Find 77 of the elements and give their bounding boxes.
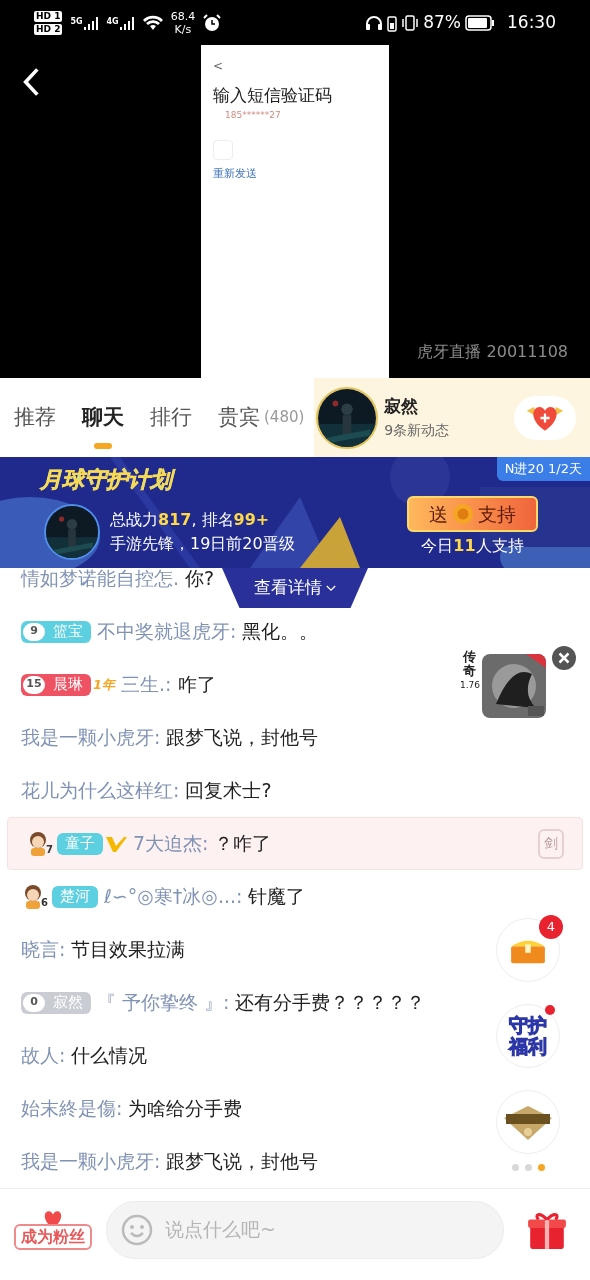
- chat-message: 跟梦飞说，封他号: [166, 1149, 319, 1175]
- details-tab[interactable]: 查看详情: [222, 568, 368, 608]
- year-label: 1年: [93, 675, 116, 694]
- chat-message: 什么情况: [71, 1043, 148, 1069]
- badge-level: 0: [23, 993, 45, 1012]
- activity-widget[interactable]: 守护福利: [496, 1004, 560, 1068]
- signal-icon: [82, 15, 99, 30]
- badge-level: 6: [41, 895, 48, 910]
- screen-back-glyph: <: [213, 59, 224, 73]
- tab[interactable]: 贵宾 (480): [218, 378, 305, 457]
- chat-username[interactable]: 我是一颗小虎牙:: [21, 723, 161, 752]
- chat-message: 还有分手费？？？？？: [235, 990, 426, 1016]
- ad-version: 1.76: [459, 678, 480, 692]
- chat-username[interactable]: 晓言:: [21, 935, 66, 964]
- screen-title: 输入短信验证码: [213, 84, 333, 107]
- anchor-card[interactable]: 寂然 9条新动态: [314, 378, 590, 457]
- follow-button[interactable]: [514, 395, 576, 440]
- chevron-down-icon: [326, 584, 336, 592]
- notification-count: 4: [539, 915, 563, 939]
- network-speed: 68.4: [170, 9, 196, 23]
- badge-level: 7: [46, 842, 53, 857]
- chat-message: ？咋了: [214, 831, 272, 857]
- chat-message: 黑化。。: [242, 619, 319, 645]
- guard-welfare-button[interactable]: 守护福利: [503, 1015, 553, 1057]
- chat-username[interactable]: 我是一颗小虎牙:: [21, 1147, 161, 1176]
- badge-level: 9: [23, 622, 45, 641]
- noble-badge: 童子: [56, 832, 103, 855]
- chat-username[interactable]: 『 予你挚终 』:: [97, 988, 230, 1017]
- medal-mark: 剑: [538, 828, 564, 859]
- network-type: 4G: [106, 15, 119, 28]
- badge-name: 篮宝: [53, 621, 83, 643]
- network-type: 5G: [70, 15, 83, 28]
- battery-small-icon: [387, 13, 398, 32]
- sim-label: HD 2: [34, 23, 63, 35]
- close-icon[interactable]: [552, 646, 576, 670]
- chat-username[interactable]: 始末終是傷:: [21, 1094, 123, 1123]
- screen-phone-number: 185******27: [225, 108, 282, 122]
- noble-badge: 楚河: [51, 885, 98, 908]
- chat-message: 你?: [185, 568, 215, 592]
- chat-username[interactable]: 情如梦诺能自控怎.: [21, 568, 180, 593]
- back-icon[interactable]: [22, 67, 40, 97]
- chat-username[interactable]: 故人:: [21, 1041, 66, 1070]
- clock: 16:30: [507, 10, 556, 34]
- headphones-icon: [365, 14, 384, 31]
- chat-message: 为啥给分手费: [128, 1096, 243, 1122]
- chat-username[interactable]: ℓ∽°◎寒†冰◎...:: [103, 882, 243, 911]
- chat-message: 回复术士?: [185, 778, 272, 804]
- sim-label: HD 1: [34, 10, 63, 22]
- anchor-name: 寂然: [384, 395, 420, 419]
- chat-username[interactable]: 不中奖就退虎牙:: [97, 617, 237, 646]
- chat-input[interactable]: 说点什么吧~: [165, 1215, 489, 1244]
- badge-name: 晨琳: [53, 674, 83, 696]
- become-fan-button[interactable]: 成为粉丝: [14, 1223, 92, 1250]
- chat-input-field[interactable]: 说点什么吧~: [106, 1200, 504, 1259]
- chat-message: 节目效果拉满: [71, 937, 186, 963]
- chat-message: 咋了: [177, 672, 216, 698]
- anchor-updates: 9条新动态: [384, 420, 451, 440]
- activity-widget[interactable]: 4: [496, 918, 560, 982]
- battery-icon: [465, 14, 495, 31]
- chat-username[interactable]: 7大迫杰:: [132, 829, 209, 858]
- wifi-icon: [142, 14, 163, 31]
- tab[interactable]: 排行: [150, 378, 192, 457]
- chat-username[interactable]: 三生.:: [121, 670, 172, 699]
- signal-icon: [118, 15, 135, 30]
- tab[interactable]: 聊天: [82, 378, 124, 457]
- game-ad[interactable]: [482, 654, 546, 718]
- badge-level: 15: [23, 675, 45, 694]
- alarm-icon: [203, 13, 222, 32]
- chat-message: 跟梦飞说，封他号: [166, 725, 319, 751]
- chat-username[interactable]: 花儿为什么这样红:: [21, 776, 180, 805]
- ad-label: 传奇: [463, 650, 477, 679]
- battery-percent: 87%: [423, 10, 461, 34]
- speed-unit: K/s: [174, 22, 192, 36]
- chat-message: 针魔了: [248, 884, 306, 910]
- tab[interactable]: 推荐: [14, 378, 56, 457]
- vibrate-icon: [401, 13, 420, 32]
- video-overlay-text: 虎牙直播 20011108: [417, 341, 568, 363]
